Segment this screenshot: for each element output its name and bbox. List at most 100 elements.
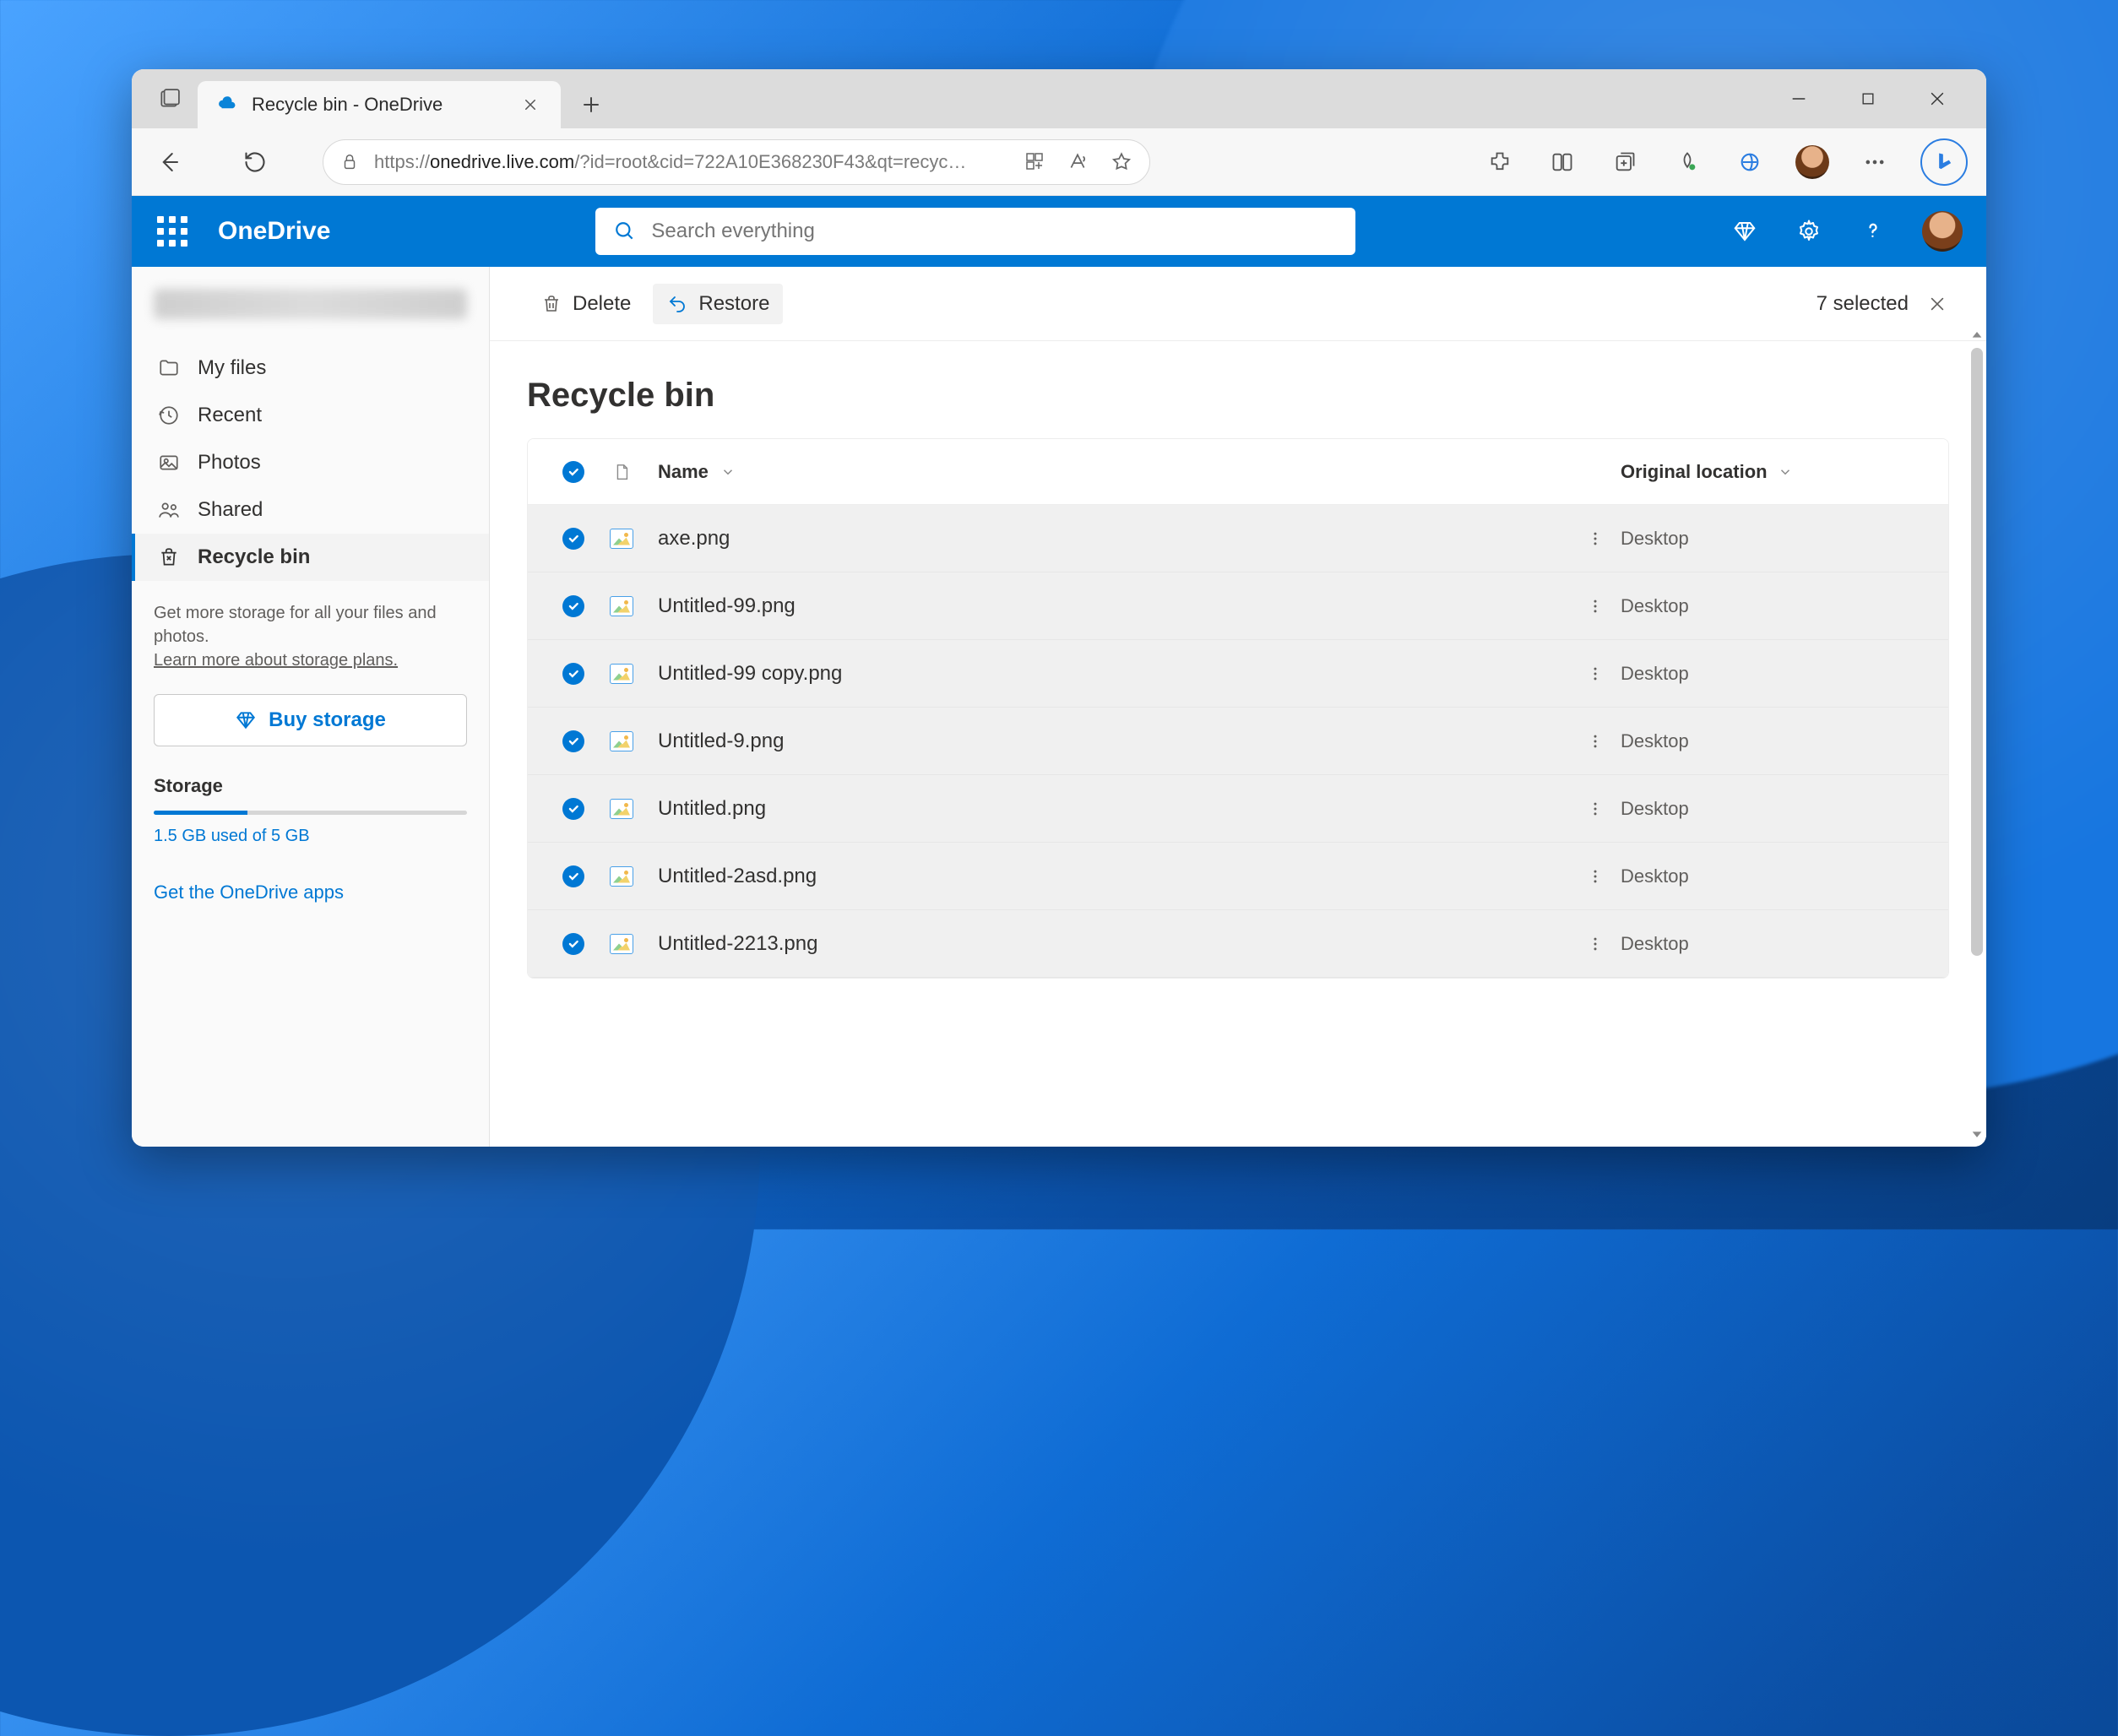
column-header-name[interactable]: Name: [648, 461, 1570, 483]
file-name[interactable]: Untitled-99.png: [648, 594, 1570, 618]
file-type-icon: [595, 934, 648, 954]
restore-button[interactable]: Restore: [653, 284, 783, 324]
ie-mode-icon[interactable]: [1733, 145, 1767, 179]
window-close-button[interactable]: [1922, 84, 1952, 114]
tab-close-icon[interactable]: [519, 93, 542, 117]
performance-icon[interactable]: [1670, 145, 1704, 179]
row-checkbox[interactable]: [551, 798, 595, 820]
sidebar-item-my-files[interactable]: My files: [132, 344, 489, 392]
file-type-icon: [595, 529, 648, 549]
sidebar-item-shared[interactable]: Shared: [132, 486, 489, 534]
file-type-icon: [595, 866, 648, 887]
app-available-icon[interactable]: [1024, 151, 1045, 173]
selected-count: 7 selected: [1817, 292, 1909, 316]
file-name[interactable]: Untitled.png: [648, 797, 1570, 821]
premium-icon[interactable]: [1730, 216, 1760, 247]
sidebar-item-recent[interactable]: Recent: [132, 392, 489, 439]
row-more-icon[interactable]: [1570, 800, 1621, 817]
buy-storage-button[interactable]: Buy storage: [154, 694, 467, 746]
row-more-icon[interactable]: [1570, 598, 1621, 615]
more-menu-icon[interactable]: [1858, 145, 1892, 179]
profile-avatar[interactable]: [1795, 145, 1829, 179]
scrollbar-thumb[interactable]: [1971, 348, 1983, 956]
restore-icon: [666, 293, 688, 315]
row-checkbox[interactable]: [551, 865, 595, 887]
check-icon: [562, 798, 584, 820]
get-apps-link[interactable]: Get the OneDrive apps: [132, 861, 489, 924]
new-tab-button[interactable]: [569, 83, 613, 127]
file-name[interactable]: Untitled-99 copy.png: [648, 662, 1570, 686]
maximize-button[interactable]: [1853, 84, 1883, 114]
sidebar-item-recycle-bin[interactable]: Recycle bin: [132, 534, 489, 581]
row-more-icon[interactable]: [1570, 530, 1621, 547]
favorite-icon[interactable]: [1111, 151, 1132, 173]
file-name[interactable]: Untitled-2asd.png: [648, 865, 1570, 888]
titlebar: Recycle bin - OneDrive: [132, 69, 1986, 128]
app-launcher-icon[interactable]: [155, 214, 189, 248]
row-checkbox[interactable]: [551, 528, 595, 550]
help-icon[interactable]: [1858, 216, 1888, 247]
delete-button[interactable]: Delete: [527, 284, 644, 324]
scroll-down-icon[interactable]: [1969, 1126, 1985, 1142]
account-avatar[interactable]: [1922, 211, 1963, 252]
read-aloud-icon[interactable]: [1067, 151, 1089, 173]
clear-selection-icon[interactable]: [1925, 292, 1949, 316]
scroll-up-icon[interactable]: [1969, 328, 1985, 343]
storage-used-link[interactable]: 1.5 GB used of 5 GB: [154, 827, 467, 846]
url-box[interactable]: https://onedrive.live.com/?id=root&cid=7…: [323, 139, 1150, 185]
onedrive-header: OneDrive: [132, 196, 1986, 267]
table-row[interactable]: Untitled-99.png Desktop: [528, 572, 1948, 640]
row-more-icon[interactable]: [1570, 936, 1621, 952]
table-row[interactable]: Untitled.png Desktop: [528, 775, 1948, 843]
onedrive-favicon-icon: [216, 94, 238, 116]
row-checkbox[interactable]: [551, 933, 595, 955]
settings-icon[interactable]: [1794, 216, 1824, 247]
command-bar: Delete Restore 7 selected: [490, 267, 1986, 341]
browser-tab-active[interactable]: Recycle bin - OneDrive: [198, 81, 561, 128]
trash-icon: [540, 293, 562, 315]
row-more-icon[interactable]: [1570, 868, 1621, 885]
table-row[interactable]: Untitled-9.png Desktop: [528, 708, 1948, 775]
sidebar-item-photos[interactable]: Photos: [132, 439, 489, 486]
row-more-icon[interactable]: [1570, 665, 1621, 682]
table-row[interactable]: Untitled-2asd.png Desktop: [528, 843, 1948, 910]
photo-icon: [157, 451, 181, 475]
site-info-icon[interactable]: [340, 153, 359, 171]
buy-storage-label: Buy storage: [269, 708, 386, 732]
search-box[interactable]: [595, 208, 1355, 255]
row-checkbox[interactable]: [551, 730, 595, 752]
refresh-button[interactable]: [236, 144, 274, 181]
recycle-bin-icon: [157, 545, 181, 569]
check-icon: [562, 730, 584, 752]
row-more-icon[interactable]: [1570, 733, 1621, 750]
storage-learn-link[interactable]: Learn more about storage plans.: [154, 651, 398, 670]
bing-chat-button[interactable]: [1920, 138, 1968, 186]
check-icon: [562, 865, 584, 887]
table-row[interactable]: Untitled-99 copy.png Desktop: [528, 640, 1948, 708]
table-row[interactable]: axe.png Desktop: [528, 505, 1948, 572]
file-location: Desktop: [1621, 663, 1925, 685]
file-name[interactable]: axe.png: [648, 527, 1570, 551]
search-input[interactable]: [651, 220, 1337, 243]
extensions-icon[interactable]: [1483, 145, 1517, 179]
sidebar: My files Recent Photos Shared Recycle bi…: [132, 267, 490, 1147]
column-header-location[interactable]: Original location: [1621, 461, 1925, 483]
split-screen-icon[interactable]: [1545, 145, 1579, 179]
row-checkbox[interactable]: [551, 595, 595, 617]
back-button[interactable]: [150, 144, 187, 181]
collections-icon[interactable]: [1608, 145, 1642, 179]
tab-actions-button[interactable]: [152, 82, 186, 116]
sidebar-nav: My files Recent Photos Shared Recycle bi…: [132, 344, 489, 581]
file-location: Desktop: [1621, 528, 1925, 550]
file-location: Desktop: [1621, 865, 1925, 887]
select-all-checkbox[interactable]: [551, 461, 595, 483]
file-name[interactable]: Untitled-2213.png: [648, 932, 1570, 956]
filetype-column-icon[interactable]: [595, 463, 648, 481]
minimize-button[interactable]: [1784, 84, 1814, 114]
file-name[interactable]: Untitled-9.png: [648, 730, 1570, 753]
file-location: Desktop: [1621, 730, 1925, 752]
table-row[interactable]: Untitled-2213.png Desktop: [528, 910, 1948, 978]
row-checkbox[interactable]: [551, 663, 595, 685]
brand-label[interactable]: OneDrive: [218, 217, 330, 246]
diamond-icon: [235, 709, 257, 731]
